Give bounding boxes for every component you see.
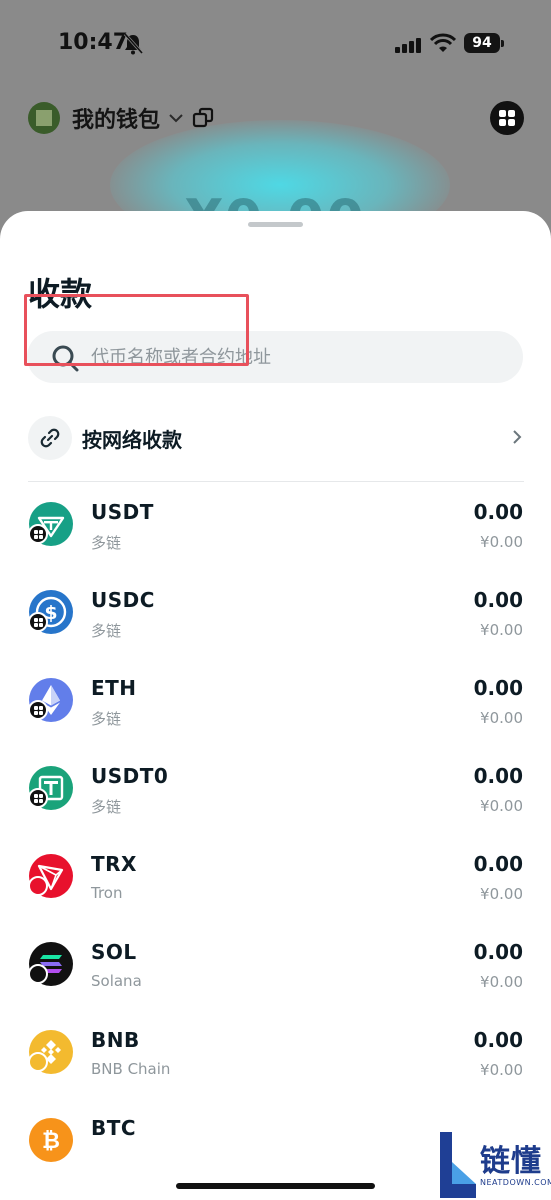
token-symbol: ETH <box>91 676 137 700</box>
token-symbol: USDT <box>91 500 154 524</box>
watermark-subtext: NEATDOWN.COM <box>480 1178 551 1187</box>
token-symbol: USDC <box>91 588 155 612</box>
bnb-chain-badge-icon <box>28 1052 48 1072</box>
sheet-grabber[interactable] <box>248 222 303 227</box>
token-balance: 0.00 <box>473 1028 523 1052</box>
token-balance: 0.00 <box>473 764 523 788</box>
wallet-avatar <box>28 102 60 134</box>
apps-grid-button[interactable] <box>490 101 524 135</box>
btc-icon: ₿ <box>29 1118 73 1162</box>
token-balance: 0.00 <box>473 940 523 964</box>
status-bar: 10:47 94 <box>0 0 551 90</box>
token-chain: Solana <box>91 972 142 990</box>
token-chain: 多链 <box>91 710 122 728</box>
link-icon <box>28 416 72 460</box>
token-fiat-value: ¥0.00 <box>480 709 523 727</box>
token-row-bnb[interactable]: BNB BNB Chain 0.00 ¥0.00 <box>0 1024 551 1112</box>
wifi-icon <box>430 33 456 52</box>
token-fiat-value: ¥0.00 <box>480 885 523 903</box>
divider <box>28 481 524 482</box>
token-fiat-value: ¥0.00 <box>480 973 523 991</box>
token-balance: 0.00 <box>473 588 523 612</box>
multichain-badge-icon <box>28 612 48 632</box>
token-fiat-value: ¥0.00 <box>480 1061 523 1079</box>
token-symbol: TRX <box>91 852 137 876</box>
highlight-box <box>24 294 249 366</box>
token-fiat-value: ¥0.00 <box>480 533 523 551</box>
token-row-usdt[interactable]: USDT 多链 0.00 ¥0.00 <box>0 496 551 584</box>
multichain-badge-icon <box>28 524 48 544</box>
wallet-name: 我的钱包 <box>72 108 161 133</box>
cellular-signal-icon <box>395 38 421 53</box>
battery-level: 94 <box>464 33 500 53</box>
battery-tip <box>501 40 504 47</box>
token-symbol: BTC <box>91 1116 137 1140</box>
token-row-sol[interactable]: SOL Solana 0.00 ¥0.00 <box>0 936 551 1024</box>
token-chain: 多链 <box>91 534 122 552</box>
chevron-right-icon <box>513 430 522 444</box>
token-symbol: SOL <box>91 940 137 964</box>
copy-icon[interactable] <box>192 107 214 129</box>
token-row-usdt0[interactable]: USDT0 多链 0.00 ¥0.00 <box>0 760 551 848</box>
svg-text:₿: ₿ <box>42 1129 60 1154</box>
watermark-text: 链懂 <box>480 1144 542 1179</box>
multichain-badge-icon <box>28 700 48 720</box>
token-chain: Tron <box>91 884 123 902</box>
receive-by-network-row[interactable]: 按网络收款 <box>28 414 524 462</box>
status-time: 10:47 <box>58 30 129 55</box>
token-chain: 多链 <box>91 622 122 640</box>
token-fiat-value: ¥0.00 <box>480 797 523 815</box>
watermark: 链懂 NEATDOWN.COM <box>436 1132 551 1200</box>
token-symbol: BNB <box>91 1028 140 1052</box>
apps-grid-icon <box>499 110 506 117</box>
token-chain: BNB Chain <box>91 1060 171 1078</box>
tron-chain-badge-icon <box>28 876 48 896</box>
watermark-logo-icon <box>440 1132 476 1198</box>
token-row-trx[interactable]: TRX Tron 0.00 ¥0.00 <box>0 848 551 936</box>
network-label: 按网络收款 <box>82 428 182 452</box>
token-fiat-value: ¥0.00 <box>480 621 523 639</box>
token-row-usdc[interactable]: $ USDC 多链 0.00 ¥0.00 <box>0 584 551 672</box>
bell-muted-icon <box>123 32 144 55</box>
token-balance: 0.00 <box>473 676 523 700</box>
wallet-selector[interactable]: 我的钱包 <box>28 100 214 136</box>
token-chain: 多链 <box>91 798 122 816</box>
multichain-badge-icon <box>28 788 48 808</box>
chevron-down-icon <box>169 114 183 123</box>
solana-chain-badge-icon <box>28 964 48 984</box>
token-symbol: USDT0 <box>91 764 169 788</box>
token-balance: 0.00 <box>473 852 523 876</box>
token-balance: 0.00 <box>473 500 523 524</box>
token-row-eth[interactable]: ETH 多链 0.00 ¥0.00 <box>0 672 551 760</box>
home-indicator[interactable] <box>176 1183 375 1189</box>
